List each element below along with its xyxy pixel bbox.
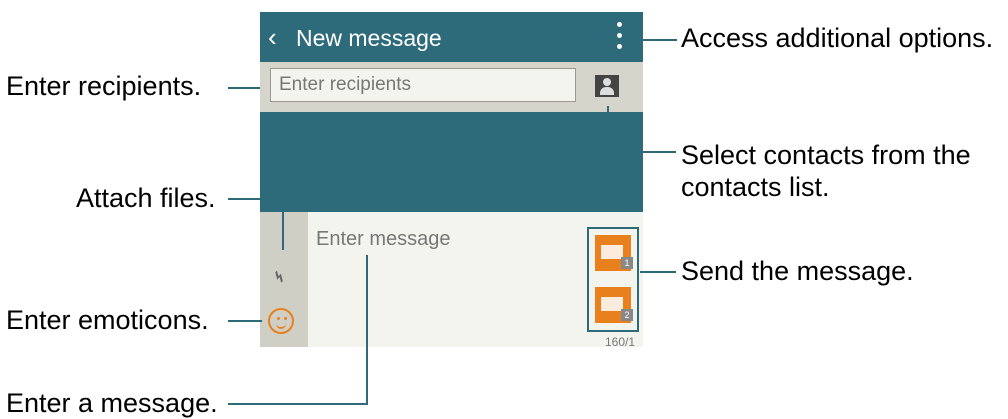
sim-badge: 2 (621, 309, 633, 321)
envelope-icon (601, 245, 623, 259)
back-arrow-icon[interactable]: ‹ (268, 22, 277, 52)
attach-callout-line-v (282, 198, 284, 250)
emoticons-callout-line (228, 320, 262, 322)
sim-badge: 1 (621, 257, 633, 269)
app-bar: ‹ New message (260, 12, 643, 62)
message-callout: Enter a message. (6, 388, 218, 418)
recipients-callout: Enter recipients. (6, 71, 202, 101)
message-composer: ⌁ Enter message 1 2 160/1 (260, 212, 643, 347)
emoticon-icon[interactable] (268, 308, 294, 334)
message-callout-line-h (228, 403, 368, 405)
contacts-callout-line2: contacts list. (681, 172, 830, 202)
send-sim1-button[interactable]: 1 (595, 235, 633, 271)
message-callout-line-v (366, 255, 368, 405)
send-buttons-highlight: 1 2 (587, 227, 639, 332)
contacts-callout-line-h (607, 151, 676, 153)
composer-sidebar: ⌁ (260, 212, 308, 347)
options-callout: Access additional options. (681, 23, 994, 53)
messaging-screen: ‹ New message Enter recipients ⌁ Enter m… (260, 12, 643, 347)
recipients-input[interactable]: Enter recipients (270, 68, 576, 102)
emoticons-callout: Enter emoticons. (6, 305, 209, 335)
contacts-callout-line1: Select contacts from the (681, 140, 971, 170)
screen-title: New message (296, 25, 442, 51)
character-counter: 160/1 (604, 335, 635, 347)
recipients-callout-line (228, 87, 260, 89)
more-options-icon[interactable] (617, 22, 623, 52)
attach-callout-line-h (228, 198, 284, 200)
message-input[interactable]: Enter message (316, 228, 451, 251)
options-callout-line (622, 39, 677, 41)
contacts-callout-line-v (607, 106, 609, 152)
attach-callout: Attach files. (76, 183, 216, 213)
paperclip-icon[interactable]: ⌁ (264, 261, 295, 292)
send-callout: Send the message. (681, 256, 914, 286)
message-thread-area (260, 112, 643, 212)
envelope-icon (601, 297, 623, 311)
contact-icon[interactable] (595, 75, 619, 97)
send-sim2-button[interactable]: 2 (595, 287, 633, 323)
send-callout-line (640, 271, 676, 273)
recipient-row: Enter recipients (260, 62, 643, 112)
